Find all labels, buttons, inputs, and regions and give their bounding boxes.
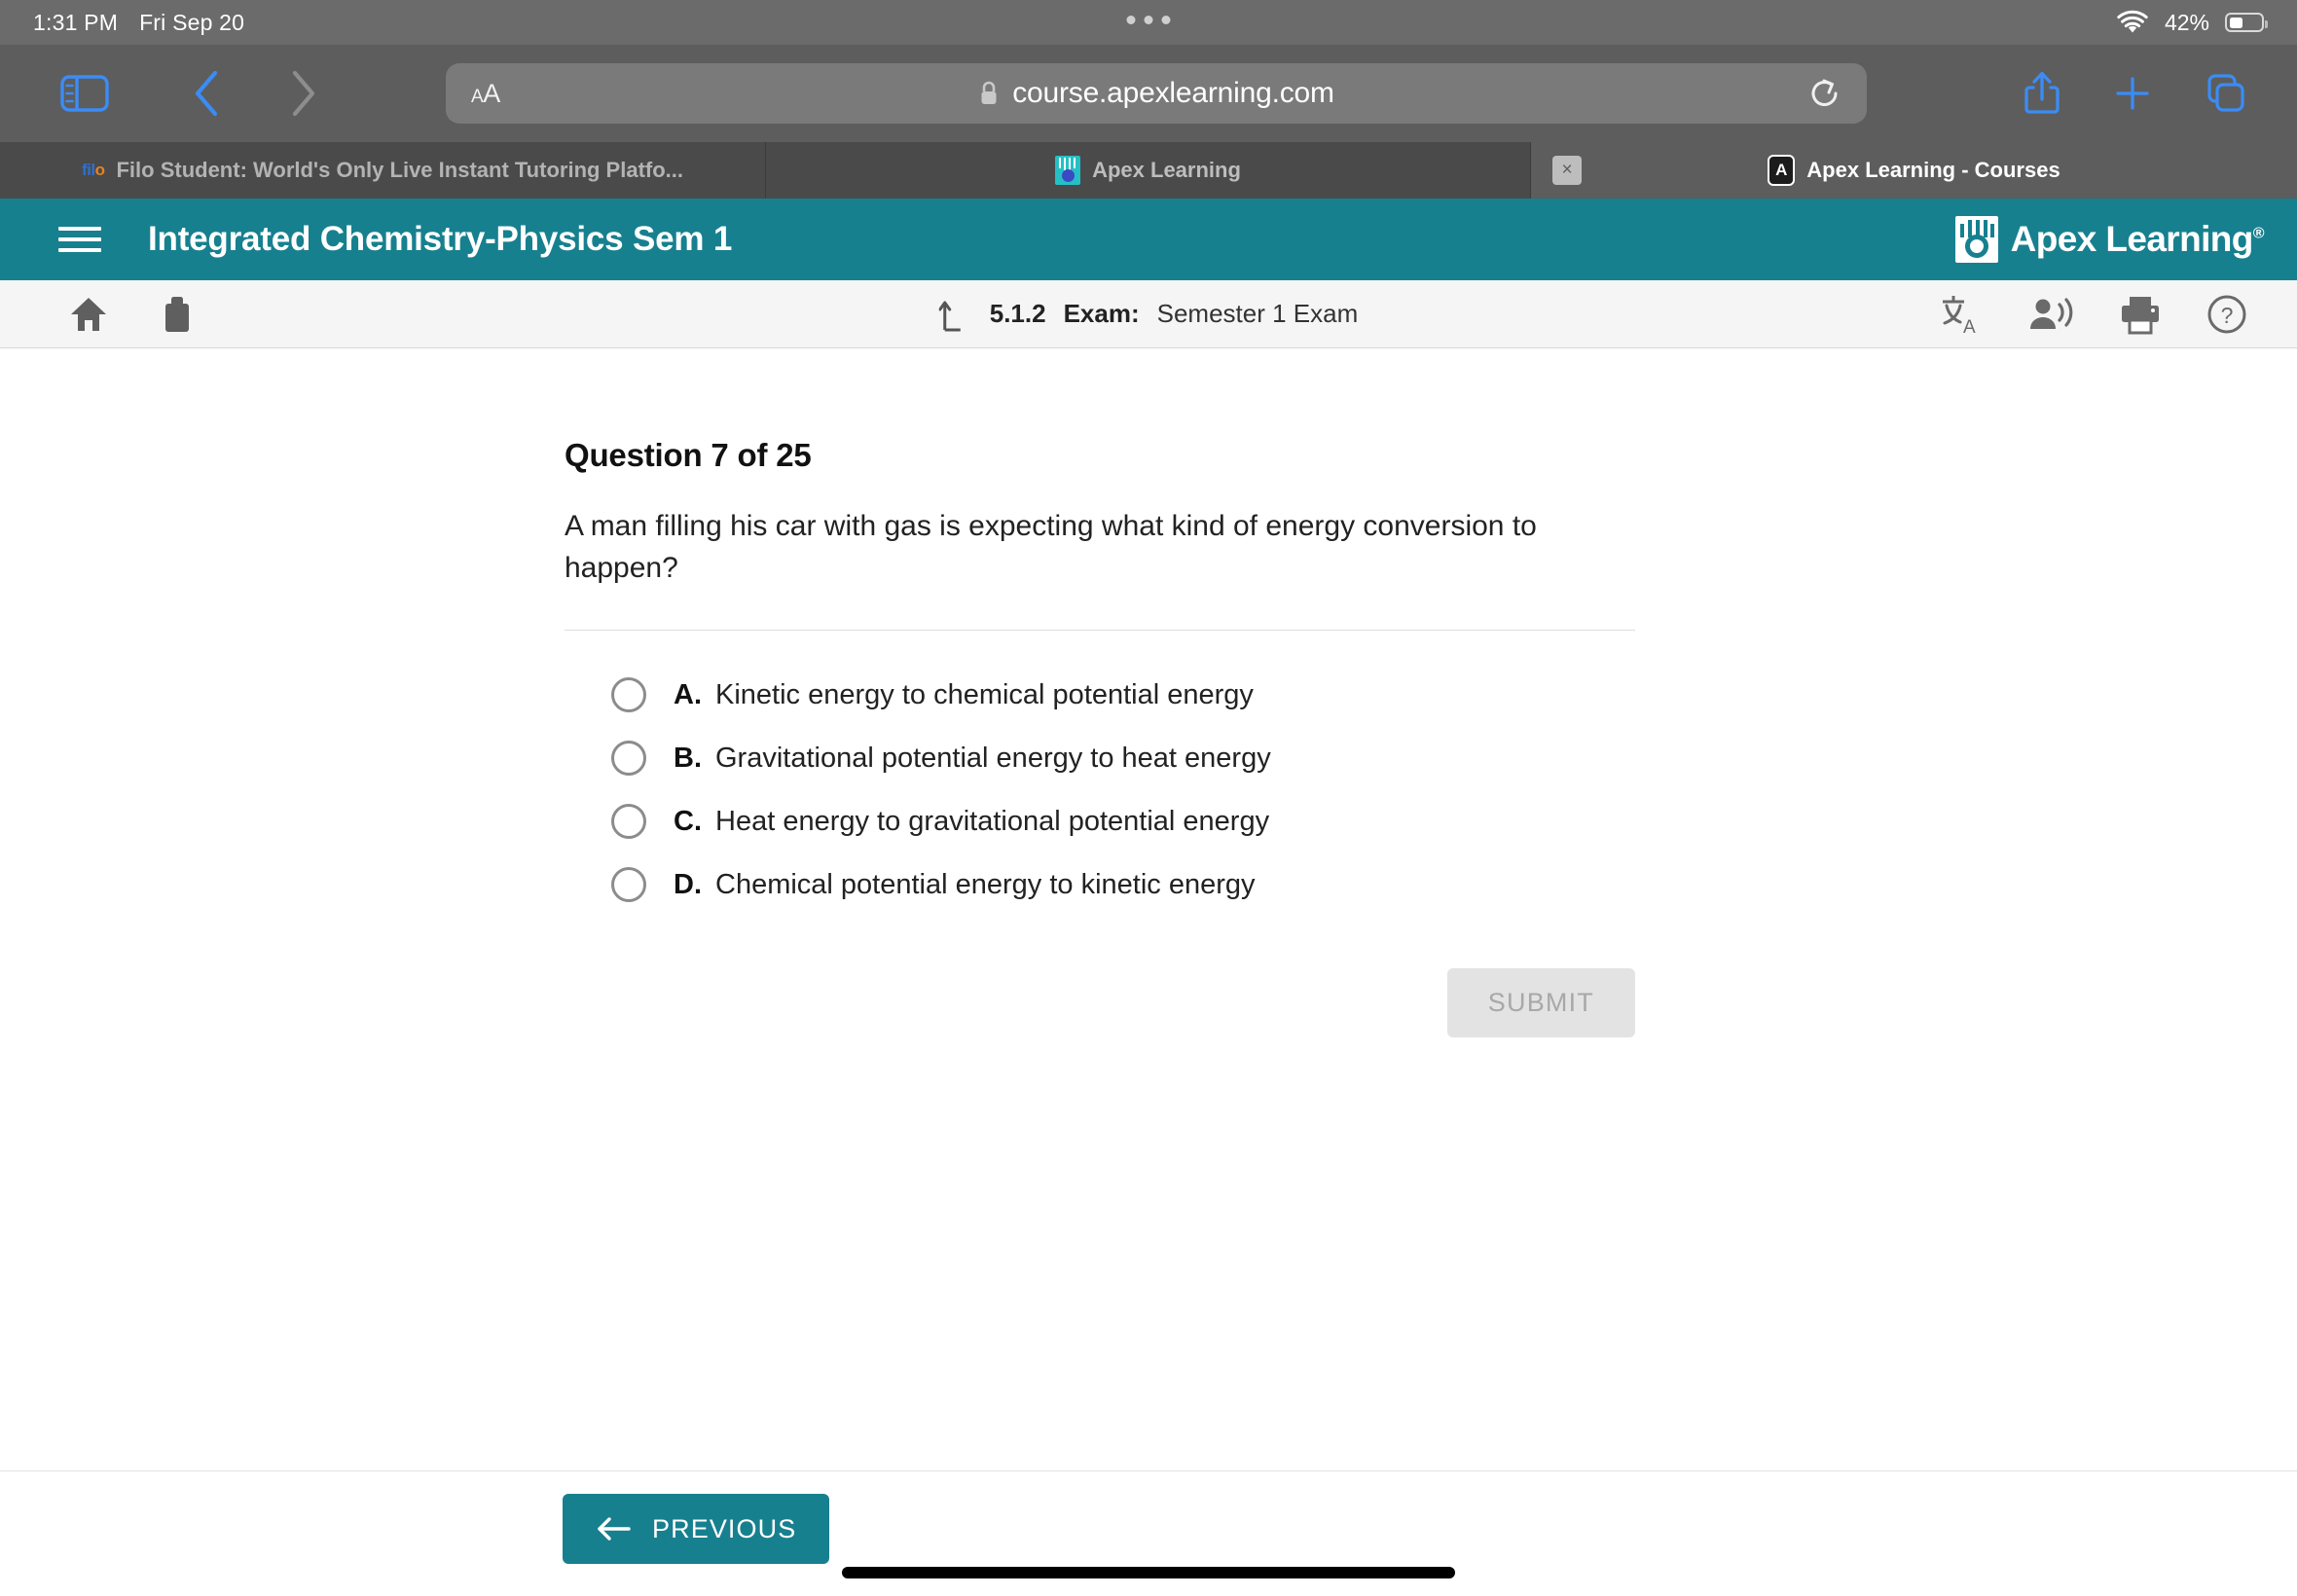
choice-text: Gravitational potential energy to heat e… <box>715 742 1271 774</box>
read-aloud-icon[interactable] <box>2026 294 2075 335</box>
activity-toolbar-right: A ? <box>1939 293 2248 336</box>
home-icon[interactable] <box>68 295 109 334</box>
lock-icon <box>978 80 1000 107</box>
multitask-handle[interactable] <box>1126 16 1171 24</box>
toolbar-right-actions <box>2023 69 2262 118</box>
status-left: 1:31 PM Fri Sep 20 <box>33 10 244 36</box>
help-icon[interactable]: ? <box>2206 293 2248 336</box>
text-size-button[interactable]: AA <box>471 79 500 109</box>
forward-chevron-icon <box>267 64 339 123</box>
up-level-arrow-icon[interactable] <box>938 295 972 334</box>
choice-text: Heat energy to gravitational potential e… <box>715 805 1270 837</box>
left-arrow-icon <box>596 1515 633 1542</box>
activity-name: Semester 1 Exam <box>1156 299 1359 328</box>
apex-courses-favicon: A <box>1768 155 1796 186</box>
apex-learning-logo: Apex Learning® <box>1954 216 2265 263</box>
battery-percent: 42% <box>2164 9 2209 35</box>
answer-choice-b[interactable]: B. Gravitational potential energy to hea… <box>611 741 1635 777</box>
browser-tab[interactable]: Apex Learning <box>766 142 1531 199</box>
print-icon[interactable] <box>2118 294 2163 335</box>
choice-letter: C. <box>674 805 702 837</box>
address-bar[interactable]: AA course.apexlearning.com <box>446 63 1867 124</box>
radio-button[interactable] <box>611 867 646 903</box>
page-title: Integrated Chemistry-Physics Sem 1 <box>148 220 733 258</box>
status-time: 1:31 PM <box>33 9 119 35</box>
activity-kind: Exam: <box>1063 299 1140 328</box>
choice-text: Chemical potential energy to kinetic ene… <box>715 868 1256 900</box>
answer-choice-d[interactable]: D. Chemical potential energy to kinetic … <box>611 867 1635 903</box>
tabs-overview-icon[interactable] <box>2204 71 2248 116</box>
tab-strip: filo Filo Student: World's Only Live Ins… <box>0 142 2297 199</box>
choice-text: Kinetic energy to chemical potential ene… <box>715 678 1254 710</box>
battery-icon <box>2225 13 2268 32</box>
sidebar-toggle-icon[interactable] <box>56 71 113 116</box>
exam-content: Question 7 of 25 A man filling his car w… <box>0 349 2297 1470</box>
share-icon[interactable] <box>2023 69 2061 118</box>
filo-favicon: filo <box>81 161 105 179</box>
safari-toolbar: AA course.apexlearning.com <box>0 16 2297 142</box>
question-heading: Question 7 of 25 <box>565 437 812 473</box>
svg-text:A: A <box>1963 317 1976 336</box>
wifi-icon <box>2116 10 2149 35</box>
radio-button[interactable] <box>611 804 646 840</box>
submit-row: SUBMIT <box>565 968 1635 1038</box>
briefcase-icon[interactable] <box>158 294 197 335</box>
question-prompt: A man filling his car with gas is expect… <box>565 510 1537 584</box>
answer-choice-c[interactable]: C. Heat energy to gravitational potentia… <box>611 804 1635 840</box>
previous-button-label: PREVIOUS <box>652 1513 797 1543</box>
activity-number: 5.1.2 <box>989 299 1046 328</box>
translate-icon[interactable]: A <box>1939 293 1984 336</box>
radio-button[interactable] <box>611 677 646 713</box>
activity-toolbar-left <box>68 294 197 335</box>
divider <box>565 630 1635 632</box>
radio-button[interactable] <box>611 741 646 777</box>
previous-button[interactable]: PREVIOUS <box>563 1494 830 1564</box>
tab-title: Filo Student: World's Only Live Instant … <box>116 158 684 182</box>
choice-letter: B. <box>674 742 702 774</box>
answer-choices: A. Kinetic energy to chemical potential … <box>565 677 1635 903</box>
url-text: course.apexlearning.com <box>1012 77 1334 109</box>
status-right: 42% <box>2116 9 2268 36</box>
choice-letter: D. <box>674 868 702 900</box>
status-date: Fri Sep 20 <box>139 9 245 35</box>
apex-logo-mark <box>1954 216 1998 263</box>
choice-letter: A. <box>674 678 702 710</box>
breadcrumb: 5.1.2 Exam: Semester 1 Exam <box>938 295 1359 334</box>
submit-button[interactable]: SUBMIT <box>1446 968 1635 1038</box>
svg-text:?: ? <box>2221 303 2234 328</box>
tab-title: Apex Learning <box>1092 158 1241 182</box>
question-block: Question 7 of 25 A man filling his car w… <box>565 437 1635 1038</box>
home-indicator[interactable] <box>842 1567 1455 1578</box>
hamburger-menu-icon[interactable] <box>58 227 101 252</box>
browser-tab-active[interactable]: × A Apex Learning - Courses <box>1531 142 2297 199</box>
ipad-safari-screen: 1:31 PM Fri Sep 20 42% AA course.apexlea… <box>0 0 2297 1596</box>
answer-choice-a[interactable]: A. Kinetic energy to chemical potential … <box>611 677 1635 713</box>
app-header: Integrated Chemistry-Physics Sem 1 Apex … <box>0 199 2297 280</box>
address-bar-center: course.apexlearning.com <box>446 63 1867 124</box>
exam-footer: PREVIOUS <box>0 1470 2297 1596</box>
apex-logo-text: Apex Learning® <box>2010 219 2265 259</box>
reload-icon[interactable] <box>1808 75 1841 112</box>
activity-toolbar: 5.1.2 Exam: Semester 1 Exam A ? <box>0 280 2297 348</box>
plus-icon[interactable] <box>2112 73 2153 114</box>
apex-favicon <box>1055 156 1081 185</box>
browser-tab[interactable]: filo Filo Student: World's Only Live Ins… <box>0 142 766 199</box>
back-chevron-icon[interactable] <box>171 64 243 123</box>
close-icon[interactable]: × <box>1552 156 1582 185</box>
tab-title: Apex Learning - Courses <box>1806 158 2060 182</box>
